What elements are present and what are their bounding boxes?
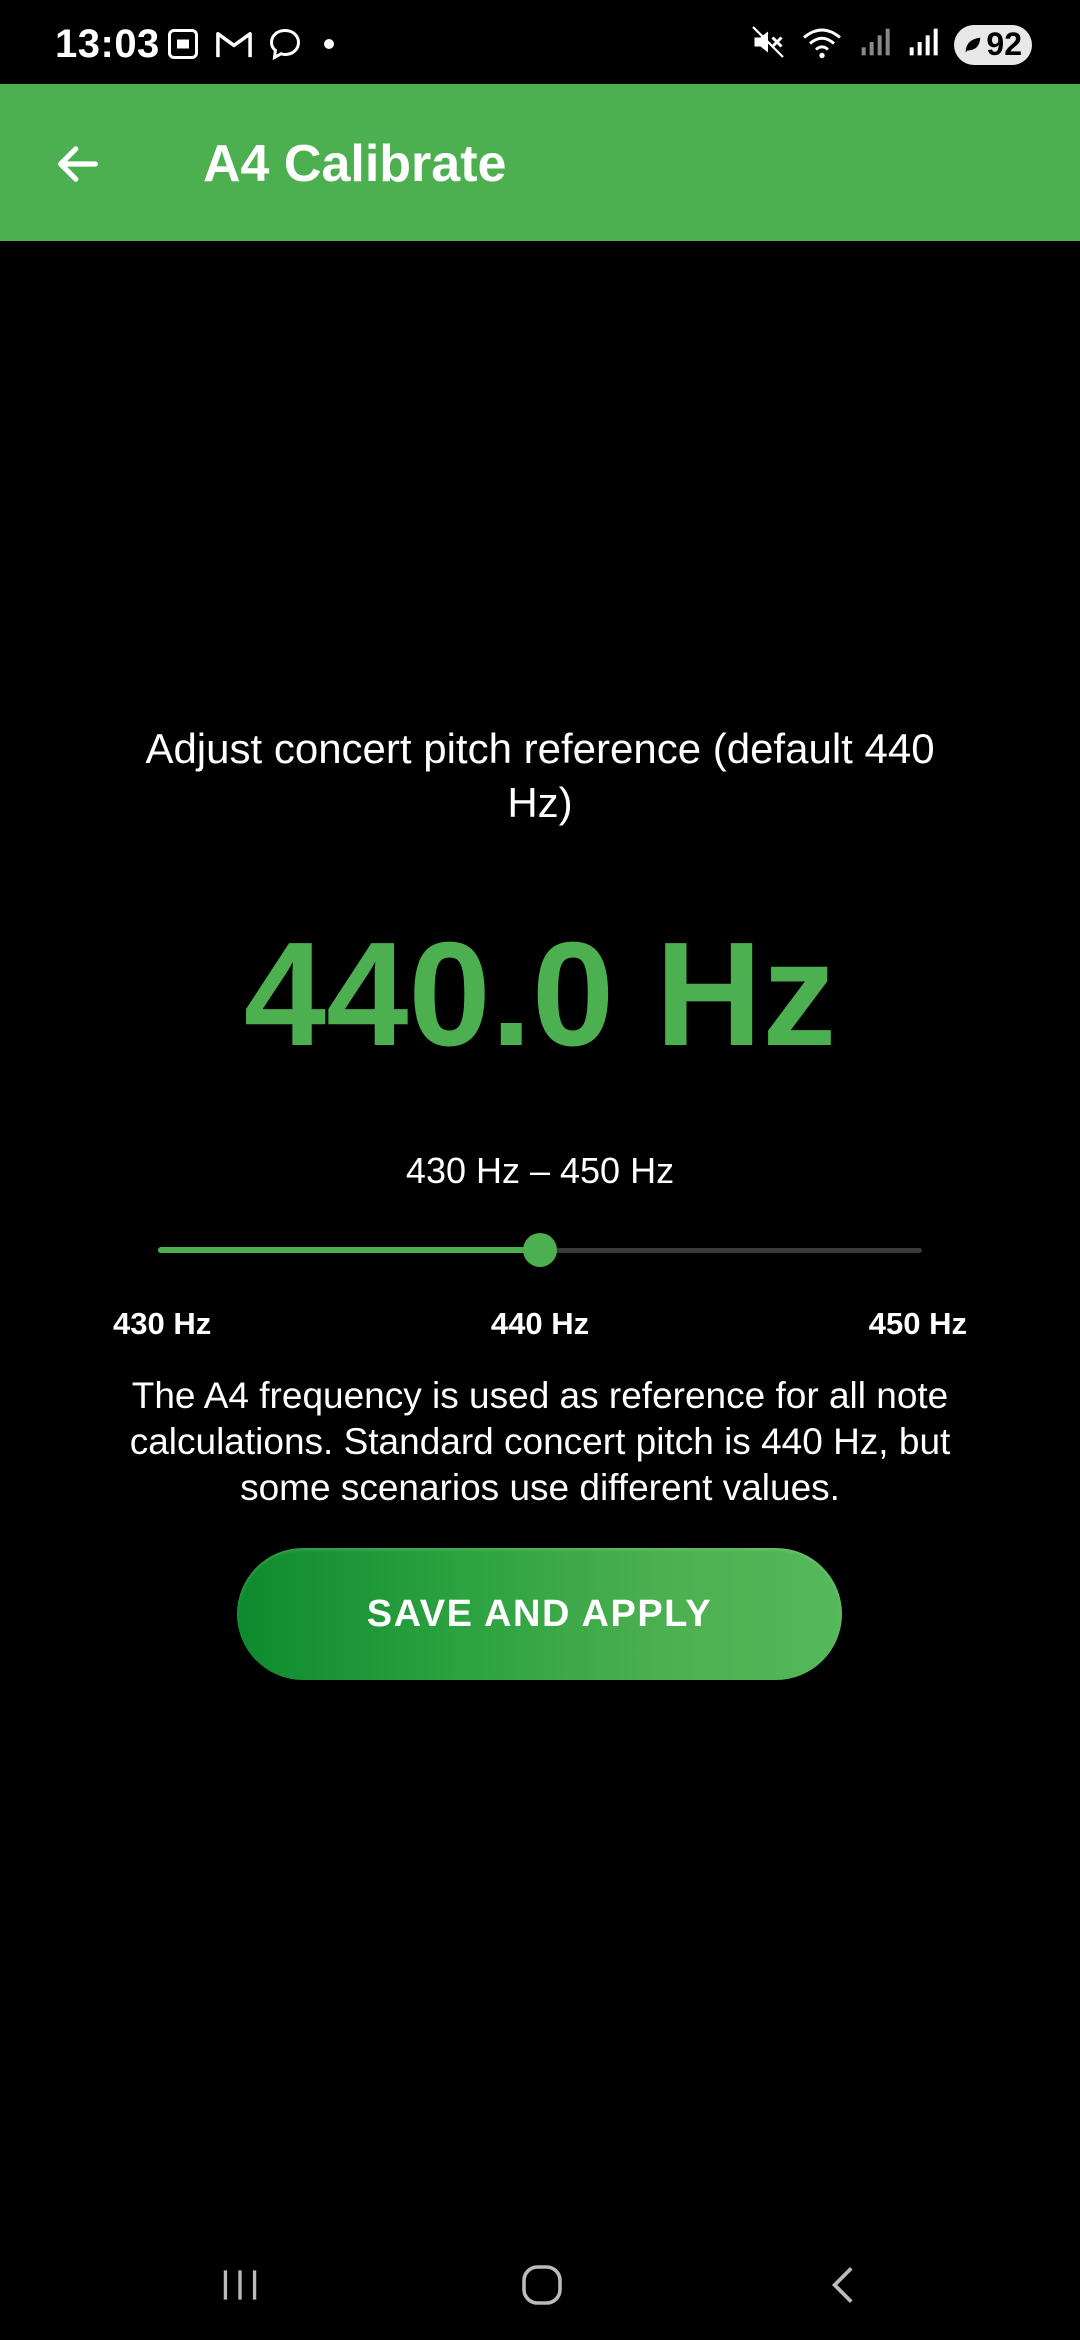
frequency-display: 440.0 Hz	[243, 912, 837, 1077]
battery-level: 92	[986, 26, 1022, 62]
subtitle: Adjust concert pitch reference (default …	[145, 725, 935, 826]
slider-fill	[158, 1247, 540, 1253]
back-button[interactable]	[38, 124, 118, 204]
status-time: 13:03	[55, 22, 160, 66]
back-icon	[831, 2267, 853, 2303]
recent-apps-button[interactable]	[195, 2240, 285, 2330]
slider-thumb[interactable]	[523, 1233, 557, 1267]
wifi-icon	[800, 24, 844, 65]
back-nav-button[interactable]	[800, 2240, 890, 2330]
arrow-back-icon	[58, 146, 98, 182]
notification-icons	[165, 26, 341, 62]
home-icon	[522, 2265, 562, 2305]
recent-apps-icon	[223, 2270, 257, 2300]
navigation-bar	[0, 2220, 1080, 2340]
signal-icon	[906, 26, 940, 63]
status-bar: 13:03 92	[0, 0, 1080, 84]
save-and-apply-button[interactable]: SAVE AND APPLY	[237, 1548, 842, 1680]
gmail-icon	[215, 27, 253, 61]
battery-saver-icon	[966, 37, 981, 52]
screenshot-icon	[165, 26, 201, 62]
page-title: A4 Calibrate	[203, 135, 507, 193]
range-label: 430 Hz – 450 Hz	[405, 1150, 675, 1191]
chat-bubble-icon	[267, 26, 303, 62]
app-bar: A4 Calibrate	[0, 84, 1080, 241]
signal-icon	[858, 26, 892, 63]
frequency-slider[interactable]	[158, 1230, 922, 1270]
home-button[interactable]	[497, 2240, 587, 2330]
dot-icon	[317, 32, 341, 56]
slider-max-label: 450 Hz	[868, 1306, 967, 1341]
description-text: The A4 frequency is used as reference fo…	[129, 1375, 951, 1508]
mute-icon	[750, 24, 786, 65]
system-icons: 92	[750, 24, 1032, 65]
battery-indicator: 92	[954, 24, 1032, 65]
